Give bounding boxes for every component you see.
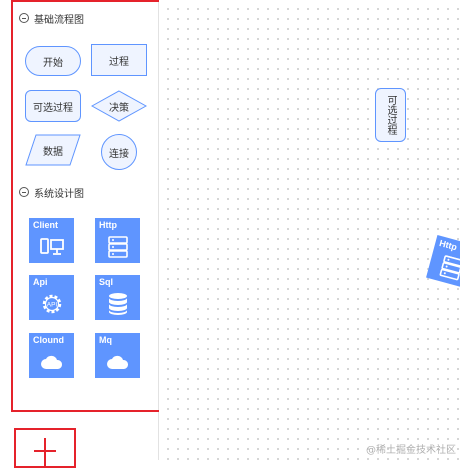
cloud-icon [95, 345, 140, 378]
shape-data[interactable]: 数据 [25, 134, 81, 166]
shape-label: 决策 [109, 102, 129, 114]
shape-start[interactable]: 开始 [25, 46, 81, 76]
collapse-minus-icon[interactable] [19, 13, 29, 23]
tile-client[interactable]: Client [29, 218, 74, 263]
stencil-sidebar: 基础流程图 开始 过程 可选过程 决策 数据 连接 系统设计图 Client H… [0, 0, 163, 468]
stencil-palette-highlight: 基础流程图 开始 过程 可选过程 决策 数据 连接 系统设计图 Client H… [11, 0, 163, 412]
tile-sql[interactable]: Sql [95, 275, 140, 320]
server-rack-icon [95, 230, 140, 263]
canvas-node-http[interactable]: Http [426, 235, 460, 289]
svg-text:API: API [46, 301, 57, 308]
watermark: @稀土掘金技术社区 [366, 445, 456, 456]
shape-label: 开始 [43, 57, 63, 69]
tile-label: Api [33, 277, 48, 287]
shape-label: 连接 [109, 148, 129, 160]
tile-api[interactable]: Api API [29, 275, 74, 320]
cloud-icon [29, 345, 74, 378]
tile-label: Http [99, 220, 117, 230]
group-title: 基础流程图 [34, 14, 84, 26]
node-label: 可选过程 [385, 95, 396, 135]
tile-label: Mq [99, 335, 112, 345]
shape-label: 过程 [109, 56, 129, 68]
shape-label: 可选过程 [33, 102, 73, 114]
graph-canvas[interactable]: 可选过程 Http [159, 0, 460, 460]
shape-label: 数据 [43, 146, 63, 158]
tile-mq[interactable]: Mq [95, 333, 140, 378]
tile-label: Sql [99, 277, 114, 287]
collapse-minus-icon[interactable] [19, 187, 29, 197]
client-devices-icon [29, 230, 74, 263]
shape-decision[interactable]: 决策 [91, 90, 147, 122]
database-icon [95, 287, 140, 320]
group-header-basic-flowchart[interactable]: 基础流程图 [19, 10, 84, 26]
canvas-node-optional-process[interactable]: 可选过程 [375, 88, 406, 142]
tile-label: Client [33, 220, 59, 230]
tile-http[interactable]: Http [95, 218, 140, 263]
shape-connector[interactable]: 连接 [101, 134, 137, 170]
api-gear-icon: API [29, 287, 74, 320]
tile-label: Clound [33, 335, 64, 345]
server-rack-icon [426, 247, 460, 289]
group-title: 系统设计图 [34, 188, 84, 200]
shape-process[interactable]: 过程 [91, 44, 147, 76]
shape-optional-process[interactable]: 可选过程 [25, 90, 81, 122]
add-shape-button[interactable] [14, 428, 76, 468]
tile-clound[interactable]: Clound [29, 333, 74, 378]
group-header-system-design[interactable]: 系统设计图 [19, 184, 84, 200]
